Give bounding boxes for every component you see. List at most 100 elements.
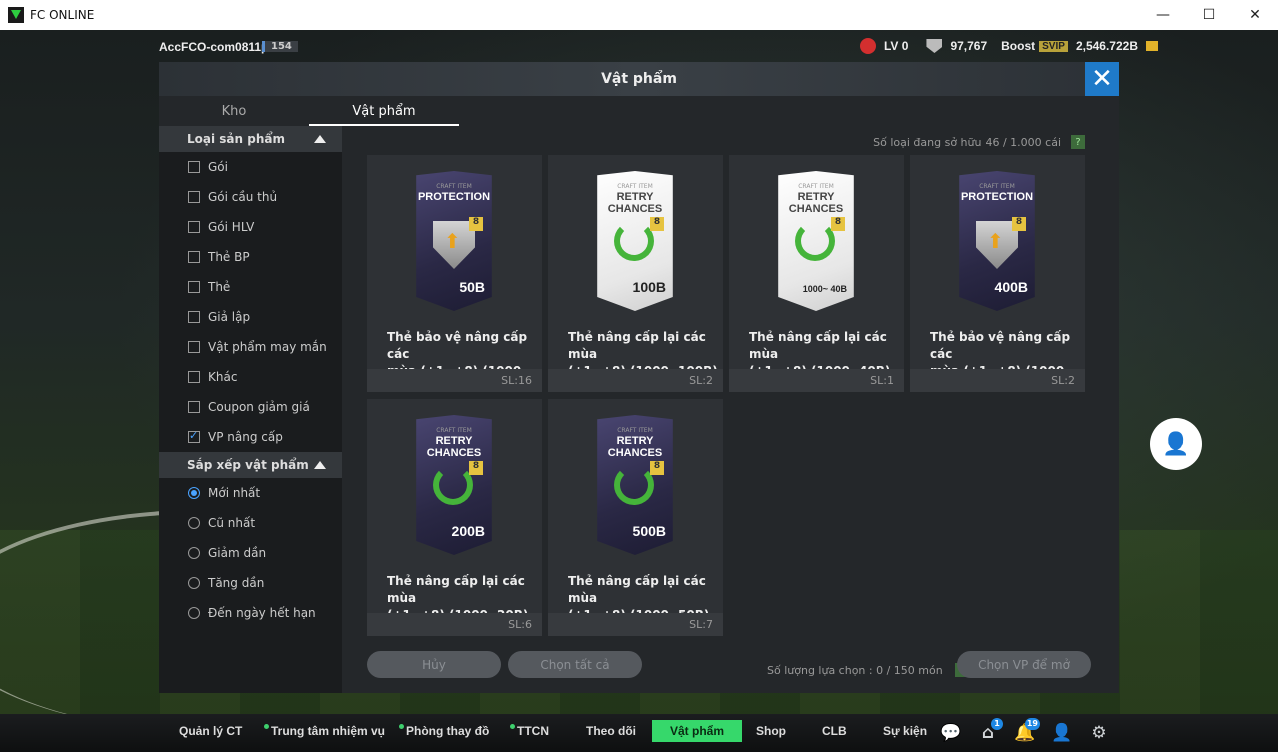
nav-item[interactable]: Trung tâm nhiệm vụ: [264, 724, 385, 738]
home-icon[interactable]: ⌂ 1: [977, 718, 1003, 744]
radio-button[interactable]: [188, 487, 200, 499]
radio-button[interactable]: [188, 517, 200, 529]
support-chat-button[interactable]: 👤: [1150, 418, 1202, 470]
filter-option[interactable]: Gói: [159, 152, 342, 182]
tab-kho[interactable]: Kho: [159, 96, 309, 126]
craft-item-title: PROTECTION: [960, 191, 1034, 203]
sort-option[interactable]: Giảm dần: [159, 538, 342, 568]
nav-item[interactable]: CLB: [822, 724, 847, 738]
level-8-badge: 8: [469, 461, 483, 475]
close-modal-button[interactable]: ✕: [1085, 62, 1119, 96]
nav-item-label: Sự kiện: [883, 724, 928, 738]
top-hud: AccFCO-com0811p 154 LV 0 97,767 Boost SV…: [0, 38, 1278, 58]
settings-gear-icon[interactable]: ⚙: [1088, 722, 1110, 744]
maximize-button[interactable]: ☐: [1186, 0, 1232, 30]
craft-item-caption: CRAFT ITEM: [979, 183, 1015, 190]
nav-item-label: Phòng thay đồ: [406, 724, 490, 738]
filter-option[interactable]: Gói HLV: [159, 212, 342, 242]
product-type-title: Loại sản phẩm: [187, 132, 285, 146]
filter-option[interactable]: Vật phẩm may mắn: [159, 332, 342, 362]
nav-item[interactable]: Phòng thay đồ: [399, 724, 489, 738]
checkbox[interactable]: [188, 251, 200, 263]
nav-item[interactable]: Quản lý CT: [179, 724, 242, 738]
filter-option[interactable]: Thẻ BP: [159, 242, 342, 272]
sort-option[interactable]: Tăng dần: [159, 568, 342, 598]
item-art: CRAFT ITEM RETRY CHANCES 8 100B: [590, 171, 680, 311]
radio-button[interactable]: [188, 547, 200, 559]
checkbox[interactable]: [188, 221, 200, 233]
collapse-triangle-icon[interactable]: [314, 461, 326, 469]
profile-icon[interactable]: 👤: [1051, 722, 1073, 744]
level-icon: [859, 38, 876, 54]
filter-option[interactable]: Coupon giảm giá: [159, 392, 342, 422]
checkbox[interactable]: [188, 341, 200, 353]
nav-item-label: Trung tâm nhiệm vụ: [271, 724, 386, 738]
craft-item-caption: CRAFT ITEM: [617, 427, 653, 434]
filter-option[interactable]: Giả lập: [159, 302, 342, 332]
item-card[interactable]: CRAFT ITEMPROTECTION 8 50B Thẻ bảo vệ nâng …: [367, 155, 542, 392]
radio-button[interactable]: [188, 577, 200, 589]
filter-option[interactable]: Gói cầu thủ: [159, 182, 342, 212]
sort-option[interactable]: Mới nhất: [159, 478, 342, 508]
help-icon[interactable]: ?: [1071, 135, 1085, 149]
item-quantity: SL:16: [367, 369, 542, 392]
checkbox[interactable]: [188, 401, 200, 413]
item-card[interactable]: CRAFT ITEM RETRY CHANCES 8 200B Thẻ nâng cấp…: [367, 399, 542, 636]
sort-title: Sắp xếp vật phẩm: [187, 458, 309, 472]
filter-option[interactable]: VP nâng cấp: [159, 422, 342, 452]
hud-stats: LV 0 97,767 Boost SVIP 2,546.722B: [859, 38, 1158, 54]
checkbox[interactable]: [188, 191, 200, 203]
radio-button[interactable]: [188, 607, 200, 619]
filter-option-label: Gói cầu thủ: [208, 190, 278, 204]
nav-item-label: Theo dõi: [586, 724, 636, 738]
home-badge: 1: [991, 718, 1003, 730]
checkbox[interactable]: [188, 311, 200, 323]
nav-item-label: CLB: [822, 724, 847, 738]
close-window-button[interactable]: ✕: [1232, 0, 1278, 30]
nav-item[interactable]: Vật phẩm: [652, 720, 743, 742]
checkbox[interactable]: [188, 429, 200, 443]
modal-title: Vật phẩm: [601, 71, 677, 87]
filter-option[interactable]: Khác: [159, 362, 342, 392]
item-value: 500B: [632, 523, 666, 539]
item-card[interactable]: CRAFT ITEM RETRY CHANCES 8 500B Thẻ nâng cấp…: [548, 399, 723, 636]
bell-icon[interactable]: 🔔 19: [1014, 718, 1040, 744]
checkbox[interactable]: [188, 161, 200, 173]
window-controls: — ☐ ✕: [1140, 0, 1278, 30]
product-type-header[interactable]: Loại sản phẩm: [159, 126, 342, 152]
chat-icon[interactable]: 💬: [940, 722, 962, 744]
checkbox[interactable]: [188, 371, 200, 383]
item-card[interactable]: CRAFT ITEM RETRY CHANCES 8 1000~ 40B Thẻ nân…: [729, 155, 904, 392]
retry-arrows-icon: [614, 465, 654, 505]
nav-item[interactable]: TTCN: [510, 724, 549, 738]
craft-item-caption: CRAFT ITEM: [436, 183, 472, 190]
select-all-button[interactable]: Chọn tất cả: [508, 651, 642, 678]
open-selected-button[interactable]: Chọn VP để mở: [957, 651, 1091, 678]
sort-option[interactable]: Đến ngày hết hạn: [159, 598, 342, 628]
checkbox[interactable]: [188, 281, 200, 293]
notification-dot: [264, 724, 269, 729]
sort-option[interactable]: Cũ nhất: [159, 508, 342, 538]
filter-option-label: Coupon giảm giá: [208, 400, 310, 414]
level-8-badge: 8: [650, 217, 664, 231]
level-text: LV 0: [883, 39, 909, 53]
craft-item-caption: CRAFT ITEM: [617, 183, 653, 190]
tab-vat-pham[interactable]: Vật phẩm: [309, 96, 459, 126]
nav-item[interactable]: Theo dõi: [586, 724, 636, 738]
cancel-button[interactable]: Hủy: [367, 651, 501, 678]
nav-item[interactable]: Shop: [756, 724, 786, 738]
minimize-button[interactable]: —: [1140, 0, 1186, 30]
filter-option[interactable]: Thẻ: [159, 272, 342, 302]
nav-item[interactable]: Sự kiện: [883, 724, 927, 738]
sort-header[interactable]: Sắp xếp vật phẩm: [159, 452, 342, 478]
craft-item-caption: CRAFT ITEM: [798, 183, 834, 190]
sort-option-label: Đến ngày hết hạn: [208, 606, 316, 620]
sort-option-label: Mới nhất: [208, 486, 261, 500]
collapse-triangle-icon[interactable]: [314, 135, 326, 143]
owned-label: Số loại đang sở hữu: [873, 135, 982, 149]
item-card[interactable]: CRAFT ITEMPROTECTION 8 400B Thẻ bảo vệ nâng…: [910, 155, 1085, 392]
item-card[interactable]: CRAFT ITEM RETRY CHANCES 8 100B Thẻ nâng cấp…: [548, 155, 723, 392]
nav-item-label: TTCN: [517, 724, 549, 738]
item-art: CRAFT ITEMPROTECTION 8 400B: [952, 171, 1042, 311]
bell-badge: 19: [1024, 718, 1040, 730]
